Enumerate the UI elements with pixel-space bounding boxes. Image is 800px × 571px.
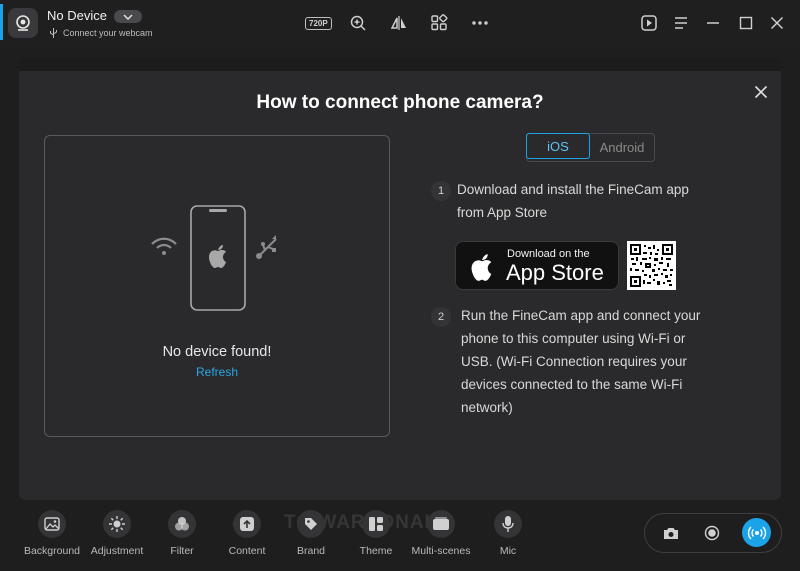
zoom-in-button[interactable] xyxy=(349,13,367,33)
active-indicator xyxy=(0,4,3,40)
filter-icon xyxy=(168,510,196,538)
tool-label: Theme xyxy=(359,545,393,557)
device-subtitle-text: Connect your webcam xyxy=(63,28,153,38)
record-button[interactable] xyxy=(702,523,722,543)
minimize-button[interactable] xyxy=(705,13,721,33)
usb-small-icon xyxy=(50,28,57,38)
tool-mic[interactable]: Mic xyxy=(473,510,543,557)
play-box-icon xyxy=(641,15,657,31)
tool-background[interactable]: Background xyxy=(17,510,87,557)
tool-label: Brand xyxy=(296,545,326,557)
resolution-button[interactable]: 720P xyxy=(305,13,332,33)
maximize-icon xyxy=(739,16,753,30)
qr-code-icon xyxy=(630,244,673,287)
tool-label: Mic xyxy=(499,545,517,557)
camera-icon xyxy=(664,528,678,539)
image-icon xyxy=(38,510,66,538)
tab-ios[interactable]: iOS xyxy=(526,133,590,159)
video-button[interactable] xyxy=(640,13,658,33)
broadcast-icon xyxy=(747,526,766,539)
device-subtitle: Connect your webcam xyxy=(49,28,153,38)
close-icon xyxy=(754,85,768,99)
more-dots-icon xyxy=(472,21,488,25)
app-store-big-text: App Store xyxy=(506,260,604,285)
menu-button[interactable] xyxy=(673,13,689,33)
step-2-text: Run the FineCam app and connect your pho… xyxy=(461,304,700,419)
tab-android[interactable]: Android xyxy=(590,134,654,161)
brightness-icon xyxy=(103,510,131,538)
close-icon xyxy=(770,16,784,30)
wifi-icon xyxy=(151,237,177,255)
mirror-button[interactable] xyxy=(389,13,409,33)
platform-toggle: iOS Android xyxy=(526,133,655,162)
tool-label: Content xyxy=(228,545,266,557)
tool-content[interactable]: Content xyxy=(212,510,282,557)
more-button[interactable] xyxy=(471,13,489,33)
maximize-button[interactable] xyxy=(738,13,754,33)
apps-grid-icon xyxy=(431,14,448,31)
record-icon xyxy=(704,525,720,541)
step-2-line: devices connected to the same Wi-Fi xyxy=(461,377,683,392)
step-2-number: 2 xyxy=(431,307,451,327)
zoom-in-icon xyxy=(350,15,366,31)
theme-icon xyxy=(362,510,390,538)
tool-adjustment[interactable]: Adjustment xyxy=(82,510,152,557)
step-1-line: Download and install the FineCam app xyxy=(457,182,689,197)
tool-brand[interactable]: Brand xyxy=(276,510,346,557)
device-preview-box xyxy=(44,135,390,437)
tool-filter[interactable]: Filter xyxy=(147,510,217,557)
step-2-line: network) xyxy=(461,400,513,415)
usb-icon xyxy=(256,235,277,259)
snapshot-button[interactable] xyxy=(661,523,681,543)
tool-label: Filter xyxy=(170,545,194,557)
app-store-small-text: Download on the xyxy=(507,248,590,260)
dialog-title: How to connect phone camera? xyxy=(256,92,544,113)
device-name[interactable]: No Device xyxy=(47,8,107,23)
chevron-down-icon[interactable] xyxy=(114,10,142,23)
apple-logo-icon xyxy=(471,254,492,281)
no-device-text: No device found! xyxy=(162,344,272,360)
step-1-number: 1 xyxy=(431,181,451,201)
tool-label: Background xyxy=(23,545,81,557)
app-store-badge[interactable]: Download on the App Store xyxy=(455,241,619,290)
mic-icon xyxy=(494,510,522,538)
tag-icon xyxy=(297,510,325,538)
step-1-text: Download and install the FineCam app fro… xyxy=(457,178,689,224)
step-2-line: USB. (Wi-Fi Connection requires your xyxy=(461,354,687,369)
dialog-top-strip xyxy=(19,58,781,71)
refresh-link[interactable]: Refresh xyxy=(44,365,390,379)
tool-label: Adjustment xyxy=(90,545,144,557)
step-2-line: Run the FineCam app and connect your xyxy=(461,308,701,323)
close-window-button[interactable] xyxy=(769,13,785,33)
step-1-line: from App Store xyxy=(457,205,548,220)
webcam-icon[interactable] xyxy=(8,8,38,38)
live-stream-button[interactable] xyxy=(742,518,771,547)
tool-multi-scenes[interactable]: Multi-scenes xyxy=(406,510,476,557)
scene-icon xyxy=(427,510,455,538)
step-2-line: phone to this computer using Wi-Fi or xyxy=(461,331,686,346)
resolution-badge: 720P xyxy=(305,16,332,30)
dialog-close-button[interactable] xyxy=(751,82,771,102)
mirror-icon xyxy=(390,16,406,30)
hamburger-icon xyxy=(675,17,687,29)
upload-icon xyxy=(233,510,261,538)
minimize-icon xyxy=(707,22,719,24)
apple-logo-icon xyxy=(208,245,226,268)
tool-theme[interactable]: Theme xyxy=(341,510,411,557)
tool-label: Multi-scenes xyxy=(411,545,471,557)
layout-button[interactable] xyxy=(430,13,448,33)
qr-code xyxy=(627,241,676,290)
